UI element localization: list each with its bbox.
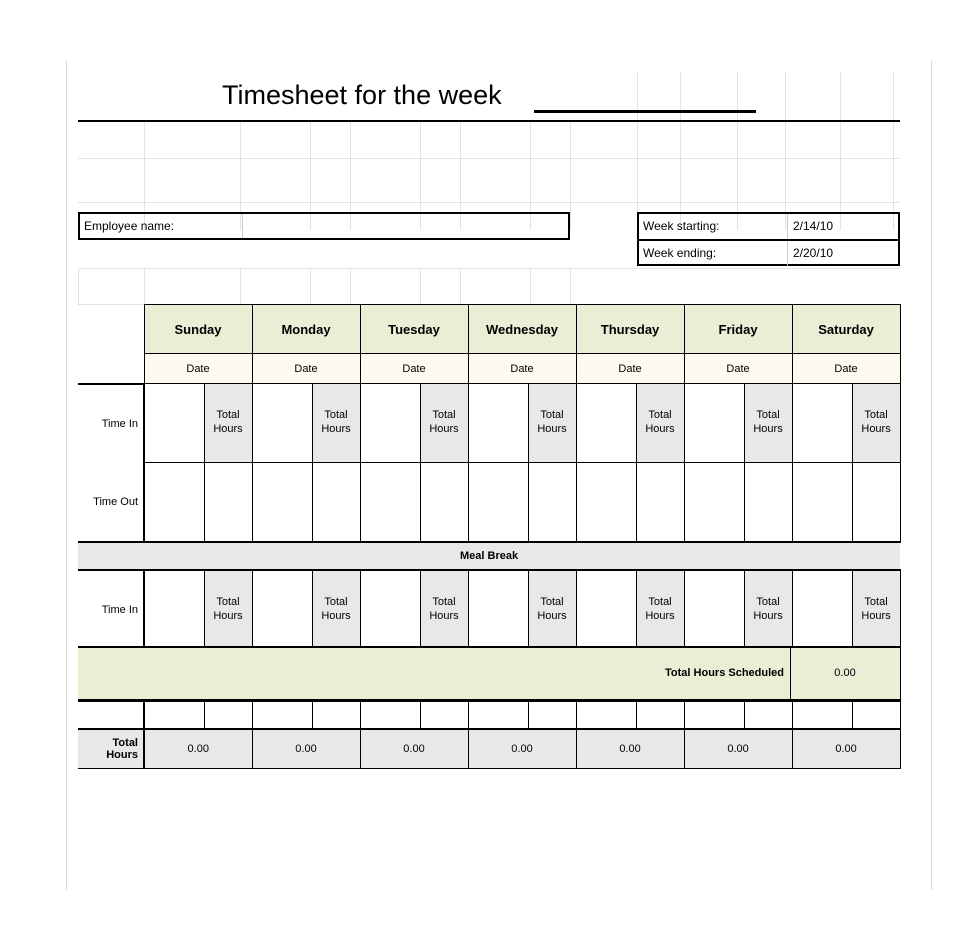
total-hours-saturday: 0.00 (791, 728, 901, 769)
day-header-saturday: Saturday (791, 304, 901, 354)
date-cell-saturday[interactable]: Date (791, 353, 901, 384)
row-label-time-in-2: Time In (78, 570, 145, 650)
date-cell-sunday[interactable]: Date (143, 353, 253, 384)
date-cell-friday[interactable]: Date (683, 353, 793, 384)
time-in-input-saturday-1[interactable] (791, 383, 853, 463)
time-out-hours-wednesday-1[interactable] (527, 462, 577, 543)
time-out-input-wednesday-1[interactable] (467, 462, 529, 543)
time-in-input-saturday-2[interactable] (791, 569, 853, 650)
time-in-input-tuesday-2[interactable] (359, 569, 421, 650)
corner-blank (78, 304, 144, 354)
total-hours-monday: 0.00 (251, 728, 361, 769)
day-header-thursday: Thursday (575, 304, 685, 354)
time-in-input-wednesday-2[interactable] (467, 569, 529, 650)
week-blank-underline[interactable] (534, 110, 756, 113)
time-out-hours-thursday-1[interactable] (635, 462, 685, 543)
time-out-input-tuesday-1[interactable] (359, 462, 421, 543)
time-out-input-saturday-1[interactable] (791, 462, 853, 543)
time-in-input-thursday-1[interactable] (575, 383, 637, 463)
total-hours-label-monday-2: Total Hours (311, 569, 361, 650)
time-out-hours-sunday-1[interactable] (203, 462, 253, 543)
total-hours-label-thursday-2: Total Hours (635, 569, 685, 650)
day-header-sunday: Sunday (143, 304, 253, 354)
time-in-input-thursday-2[interactable] (575, 569, 637, 650)
total-hours-label-tuesday-2: Total Hours (419, 569, 469, 650)
total-hours-label-friday-1: Total Hours (743, 383, 793, 463)
shift1-time-out-row: Time Out (78, 462, 901, 543)
page-border-left (66, 60, 67, 890)
week-ending-row: Week ending: 2/20/10 (639, 239, 898, 266)
total-hours-thursday: 0.00 (575, 728, 685, 769)
time-in-input-sunday-2[interactable] (143, 569, 205, 650)
shift1-time-in-row: Time In Total Hours Total Hours Total Ho… (78, 382, 901, 463)
total-hours-label-friday-2: Total Hours (743, 569, 793, 650)
week-ending-value[interactable]: 2/20/10 (793, 246, 833, 260)
time-out-input-thursday-1[interactable] (575, 462, 637, 543)
time-in-input-sunday-1[interactable] (143, 383, 205, 463)
total-hours-row: Total Hours 0.00 0.00 0.00 0.00 0.00 0.0… (78, 728, 901, 769)
total-hours-scheduled-label: Total Hours Scheduled (665, 667, 784, 679)
time-in-input-tuesday-1[interactable] (359, 383, 421, 463)
title-row: Timesheet for the week (78, 74, 900, 122)
timesheet-sheet: Timesheet for the week Employee name: We… (78, 74, 901, 866)
meal-break-banner: Meal Break (78, 541, 901, 571)
time-in-input-friday-2[interactable] (683, 569, 745, 650)
day-header-friday: Friday (683, 304, 793, 354)
week-starting-divider (787, 214, 788, 239)
date-cell-wednesday[interactable]: Date (467, 353, 577, 384)
total-hours-scheduled-value: 0.00 (834, 667, 856, 679)
time-out-hours-friday-1[interactable] (743, 462, 793, 543)
meal-break-row: Meal Break (78, 541, 901, 571)
total-hours-label-wednesday-1: Total Hours (527, 383, 577, 463)
date-cell-tuesday[interactable]: Date (359, 353, 469, 384)
page-title: Timesheet for the week (222, 80, 502, 110)
total-hours-label-tuesday-1: Total Hours (419, 383, 469, 463)
date-cell-monday[interactable]: Date (251, 353, 361, 384)
time-in-input-friday-1[interactable] (683, 383, 745, 463)
time-in-input-wednesday-1[interactable] (467, 383, 529, 463)
total-hours-label-saturday-1: Total Hours (851, 383, 901, 463)
row-label-total-hours: Total Hours (78, 728, 145, 769)
employee-name-label: Employee name: (84, 219, 175, 233)
title-bottom-rule (78, 120, 900, 122)
time-in-input-monday-2[interactable] (251, 569, 313, 650)
total-hours-friday: 0.00 (683, 728, 793, 769)
day-header-wednesday: Wednesday (467, 304, 577, 354)
time-out-hours-monday-1[interactable] (311, 462, 361, 543)
time-out-input-monday-1[interactable] (251, 462, 313, 543)
time-out-input-friday-1[interactable] (683, 462, 745, 543)
week-ending-divider (787, 241, 788, 266)
time-out-hours-saturday-1[interactable] (851, 462, 901, 543)
time-in-input-monday-1[interactable] (251, 383, 313, 463)
total-hours-label-sunday-2: Total Hours (203, 569, 253, 650)
time-out-input-sunday-1[interactable] (143, 462, 205, 543)
date-row-blank (78, 353, 144, 384)
week-starting-label: Week starting: (643, 219, 720, 233)
total-hours-label-saturday-2: Total Hours (851, 569, 901, 650)
total-hours-label-sunday-1: Total Hours (203, 383, 253, 463)
employee-name-box[interactable]: Employee name: (78, 212, 570, 240)
date-cell-thursday[interactable]: Date (575, 353, 685, 384)
week-range-box: Week starting: 2/14/10 Week ending: 2/20… (637, 212, 900, 266)
total-hours-wednesday: 0.00 (467, 728, 577, 769)
total-hours-label-wednesday-2: Total Hours (527, 569, 577, 650)
time-out-hours-tuesday-1[interactable] (419, 462, 469, 543)
total-hours-label-monday-1: Total Hours (311, 383, 361, 463)
row-label-time-in-1: Time In (78, 382, 145, 463)
week-ending-label: Week ending: (643, 246, 717, 260)
date-row: Date Date Date Date Date Date Date (78, 353, 901, 384)
row-label-time-out-1: Time Out (78, 462, 145, 542)
day-header-tuesday: Tuesday (359, 304, 469, 354)
shift2-time-in-row: Time In Total Hours Total Hours Total Ho… (78, 569, 901, 650)
footer-wrap: Total Hours Scheduled 0.00 (78, 646, 900, 702)
page-border-right (931, 60, 932, 890)
day-header-monday: Monday (251, 304, 361, 354)
day-header-row: Sunday Monday Tuesday Wednesday Thursday… (78, 304, 901, 354)
total-hours-label-thursday-1: Total Hours (635, 383, 685, 463)
week-starting-row: Week starting: 2/14/10 (639, 214, 898, 239)
employee-name-divider (242, 214, 243, 238)
week-starting-value[interactable]: 2/14/10 (793, 219, 833, 233)
total-hours-sunday: 0.00 (143, 728, 253, 769)
total-hours-tuesday: 0.00 (359, 728, 469, 769)
